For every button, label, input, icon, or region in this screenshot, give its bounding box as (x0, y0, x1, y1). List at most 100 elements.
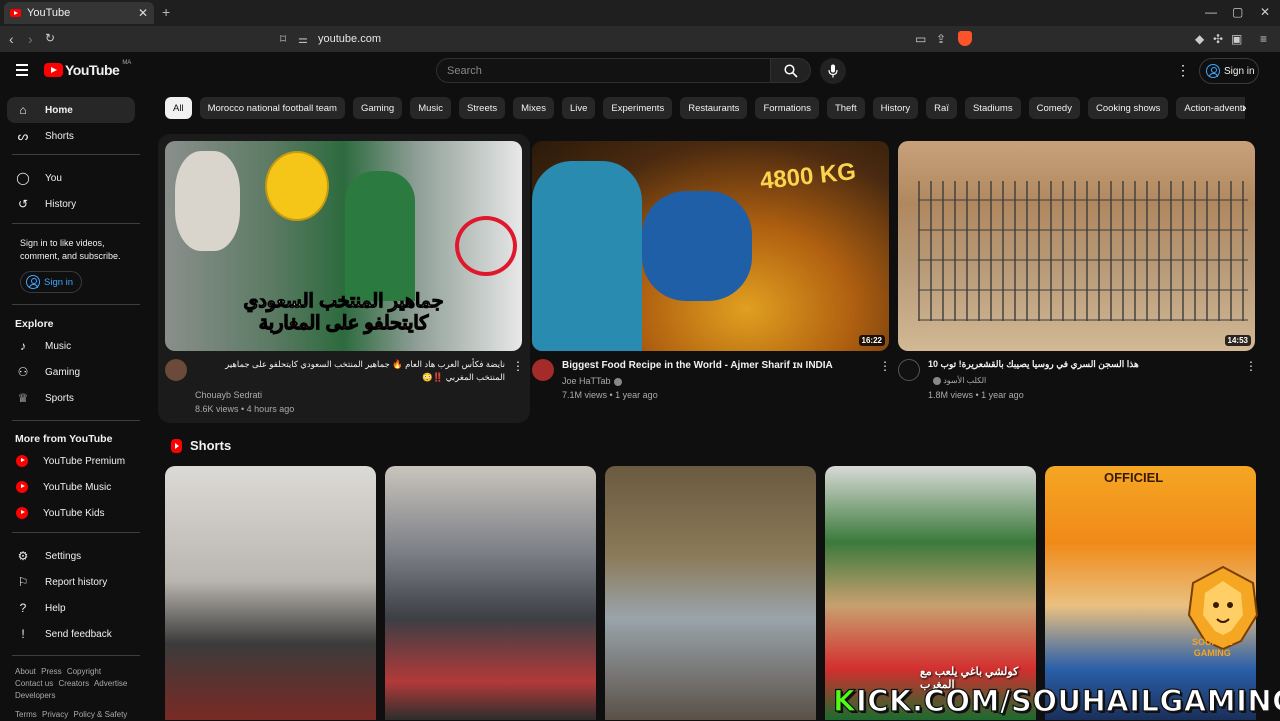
feedback-icon: ! (21, 627, 25, 641)
chip[interactable]: Action-adventure games (1176, 97, 1245, 119)
reload-icon[interactable]: ↻ (45, 31, 55, 45)
video-title[interactable]: Biggest Food Recipe in the World - Ajmer… (562, 359, 872, 372)
sidebar-item-gaming[interactable]: ⚇ Gaming (7, 359, 135, 385)
chip[interactable]: Streets (459, 97, 506, 119)
footer-link[interactable]: Policy & Safety (73, 710, 127, 719)
sidebar-item-help[interactable]: ? Help (7, 595, 135, 621)
footer-link[interactable]: Developers (15, 691, 55, 700)
minimize-icon[interactable]: — (1205, 5, 1217, 19)
sidebar-item-home[interactable]: ⌂ Home (7, 97, 135, 123)
back-icon[interactable]: ‹ (9, 31, 14, 47)
browser-tab[interactable]: YouTube ✕ (4, 2, 154, 24)
chip[interactable]: Gaming (352, 97, 403, 119)
search-button[interactable] (771, 58, 811, 83)
sidebar-item-send-feedback[interactable]: ! Send feedback (7, 621, 135, 647)
sidebar-item-youtube-kids[interactable]: YouTube Kids (7, 500, 135, 526)
sidebar-item-history[interactable]: ↺ History (7, 191, 135, 217)
chip-all[interactable]: All (165, 97, 192, 119)
video-thumbnail[interactable]: 14:53 (898, 141, 1255, 351)
chip[interactable]: Theft (826, 97, 865, 119)
video-title[interactable]: هذا السجن السري في روسيا يصيبك بالقشعرير… (928, 358, 1238, 371)
sidebar-item-sports[interactable]: ♕ Sports (7, 385, 135, 411)
video-thumbnail[interactable]: 4800 KG 16:22 (532, 141, 889, 351)
sign-in-label: Sign in (1224, 65, 1255, 77)
video-more-icon[interactable]: ⋮ (512, 359, 524, 373)
footer-link[interactable]: Press (41, 667, 61, 676)
sidebar-item-settings[interactable]: ⚙ Settings (7, 543, 135, 569)
forward-icon[interactable]: › (28, 31, 33, 47)
channel-name[interactable]: Chouayb Sedrati (195, 388, 262, 402)
browser-tabbar: YouTube ✕ + — ▢ ✕ (0, 0, 1280, 26)
close-tab-icon[interactable]: ✕ (138, 6, 148, 20)
chip[interactable]: Music (410, 97, 452, 119)
short-thumbnail[interactable]: كولشي باغي يلعب مع المغرب (825, 466, 1036, 720)
extensions-icon[interactable]: ✣ (1213, 32, 1223, 46)
close-window-icon[interactable]: ✕ (1260, 5, 1270, 19)
chip[interactable]: Morocco national football team (199, 97, 345, 119)
footer-link[interactable]: Privacy (42, 710, 68, 719)
maximize-icon[interactable]: ▢ (1232, 5, 1243, 19)
brave-shields-icon[interactable] (958, 31, 972, 46)
footer-link[interactable]: Advertise (94, 679, 127, 688)
youtube-logo[interactable]: YouTube MA (44, 60, 131, 78)
footer-link[interactable]: About (15, 667, 36, 676)
footer-link[interactable]: Copyright (67, 667, 101, 676)
kick-k-letter: K (832, 683, 856, 718)
chip[interactable]: Cooking shows (1087, 97, 1169, 119)
footer-link[interactable]: Contact us (15, 679, 53, 688)
short-thumbnail[interactable] (385, 466, 596, 720)
chips-next-icon[interactable]: › (1242, 99, 1247, 115)
sidebar-item-label: History (45, 198, 77, 210)
short-thumbnail[interactable] (605, 466, 816, 720)
video-title[interactable]: نايضة فكأس العرب هاد العام 🔥 جماهير المن… (195, 358, 505, 384)
channel-name[interactable]: Joe HaTTab (562, 374, 622, 388)
video-more-icon[interactable]: ⋮ (879, 359, 891, 373)
channel-avatar[interactable] (532, 359, 554, 381)
site-settings-icon[interactable]: ⚌ (298, 33, 318, 46)
video-duration: 16:22 (858, 335, 885, 346)
search-input[interactable]: Search (436, 58, 771, 83)
sidebar-item-youtube-music[interactable]: YouTube Music (7, 474, 135, 500)
sidebar-item-report-history[interactable]: ⚐ Report history (7, 569, 135, 595)
share-icon[interactable]: ⇪ (936, 32, 946, 46)
chip[interactable]: Comedy (1028, 97, 1080, 119)
chip[interactable]: Restaurants (680, 97, 748, 119)
sign-in-button[interactable]: Sign in (1199, 58, 1259, 84)
new-tab-icon[interactable]: + (162, 4, 170, 20)
short-thumbnail[interactable] (165, 466, 376, 720)
settings-more-icon[interactable]: ⋮ (1176, 62, 1190, 79)
channel-avatar[interactable] (898, 359, 920, 381)
video-thumbnail[interactable]: جماهير المنتخب السعودي كايتحلفو على المغ… (165, 141, 522, 351)
footer-link[interactable]: Creators (58, 679, 89, 688)
hamburger-menu-icon[interactable] (16, 64, 28, 76)
voice-search-button[interactable] (820, 58, 846, 84)
sidebar-item-you[interactable]: ◯ You (7, 165, 135, 191)
youtube-music-icon (16, 481, 28, 493)
bookmark-icon[interactable]: ⌑ (280, 32, 298, 46)
address-bar[interactable]: ⌑ ⚌ youtube.com (280, 29, 980, 49)
sidebar-item-shorts[interactable]: ᔕ Shorts (7, 123, 135, 149)
channel-avatar[interactable] (165, 359, 187, 381)
footer-link[interactable]: Terms (15, 710, 37, 719)
sidebar-sign-in-button[interactable]: Sign in (20, 271, 82, 293)
menu-icon[interactable]: ≡ (1260, 32, 1267, 46)
chip[interactable]: Experiments (603, 97, 673, 119)
thumbnail-text-line1: جماهير المنتخب السعودي (243, 291, 444, 313)
shorts-icon: ᔕ (17, 129, 29, 143)
sidebar-item-label: Report history (45, 576, 108, 588)
chip[interactable]: Stadiums (964, 97, 1021, 119)
channel-name[interactable]: الكلب الأسود (930, 374, 986, 388)
chip[interactable]: Mixes (513, 97, 554, 119)
thumbnail-cages (918, 181, 1248, 321)
video-more-icon[interactable]: ⋮ (1245, 359, 1257, 373)
chip[interactable]: History (872, 97, 919, 119)
cast-icon[interactable]: ▭ (915, 32, 926, 46)
sidebar-item-youtube-premium[interactable]: YouTube Premium (7, 448, 135, 474)
wallet-icon[interactable]: ◆ (1195, 32, 1204, 46)
chip[interactable]: Formations (755, 97, 819, 119)
browser-toolbar: ‹ › ↻ ⌑ ⚌ youtube.com ▭ ⇪ ◆ ✣ ▣ ≡ (0, 26, 1280, 52)
sidebar-toggle-icon[interactable]: ▣ (1231, 32, 1242, 46)
sidebar-item-music[interactable]: ♪ Music (7, 333, 135, 359)
chip[interactable]: Live (561, 97, 596, 119)
chip[interactable]: Raï (926, 97, 957, 119)
